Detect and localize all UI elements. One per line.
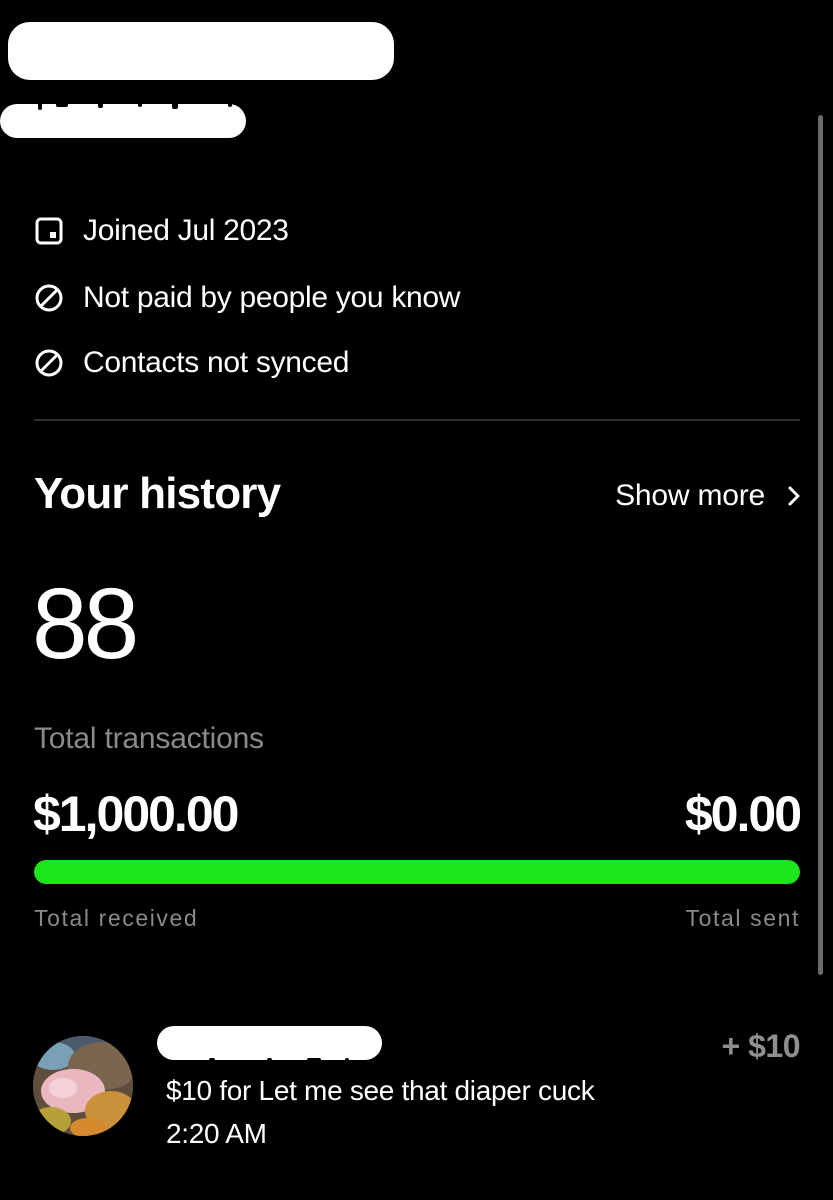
prohibited-icon [34,283,64,313]
received-share-fill [34,860,800,884]
total-received-label: Total received [34,905,199,931]
total-transactions-label: Total transactions [34,722,264,755]
section-divider [34,419,800,421]
chevron-right-icon [787,484,803,508]
redacted-display-name [8,22,394,80]
contacts-sync-row: Contacts not synced [34,343,349,383]
total-sent-label: Total sent [685,905,800,931]
avatar[interactable] [33,1036,133,1136]
paid-by-known-row: Not paid by people you know [34,278,460,318]
joined-date-row: Joined Jul 2023 [34,211,289,251]
transaction-amount: + $10 [721,1028,801,1064]
show-more-label: Show more [615,479,765,512]
received-sent-ratio-bar [34,860,800,884]
calendar-icon [34,216,64,246]
total-sent-amount: $0.00 [684,786,802,842]
prohibited-icon [34,348,64,378]
redacted-sender-name [157,1026,382,1063]
history-title: Your history [34,469,281,518]
transaction-note: $10 for Let me see that diaper cuck [166,1075,595,1106]
scrollbar[interactable] [818,115,823,975]
transaction-time: 2:20 AM [166,1118,267,1149]
total-transactions-count: 88 [32,568,139,680]
total-received-amount: $1,000.00 [33,786,239,842]
redacted-username [0,102,246,138]
paid-by-known-label: Not paid by people you know [83,281,461,314]
joined-date-label: Joined Jul 2023 [83,214,289,247]
show-more-button[interactable]: Show more [615,476,803,516]
contacts-sync-label: Contacts not synced [83,346,350,379]
